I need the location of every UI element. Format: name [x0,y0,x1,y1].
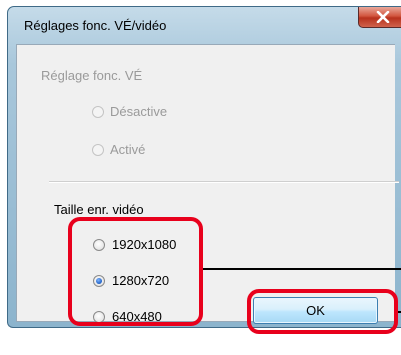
ve-on-label: Activé [110,142,146,157]
ve-on-radio [92,144,104,156]
ve-off-radio [92,106,104,118]
ok-button-highlight [247,289,398,334]
ve-group-label: Réglage fonc. VÉ [41,68,143,83]
dialog-window: Réglages fonc. VÉ/vidéo Réglage fonc. VÉ… [7,6,401,328]
close-button[interactable] [358,7,401,28]
ve-off-label: Désactive [110,104,168,119]
callout-line-options [203,268,401,270]
video-size-label: Taille enr. vidéo [54,202,144,217]
window-title: Réglages fonc. VÉ/vidéo [24,18,167,33]
close-icon [376,11,390,23]
group-separator [49,181,399,183]
video-options-highlight [68,217,203,326]
title-bar[interactable]: Réglages fonc. VÉ/vidéo [8,7,401,43]
